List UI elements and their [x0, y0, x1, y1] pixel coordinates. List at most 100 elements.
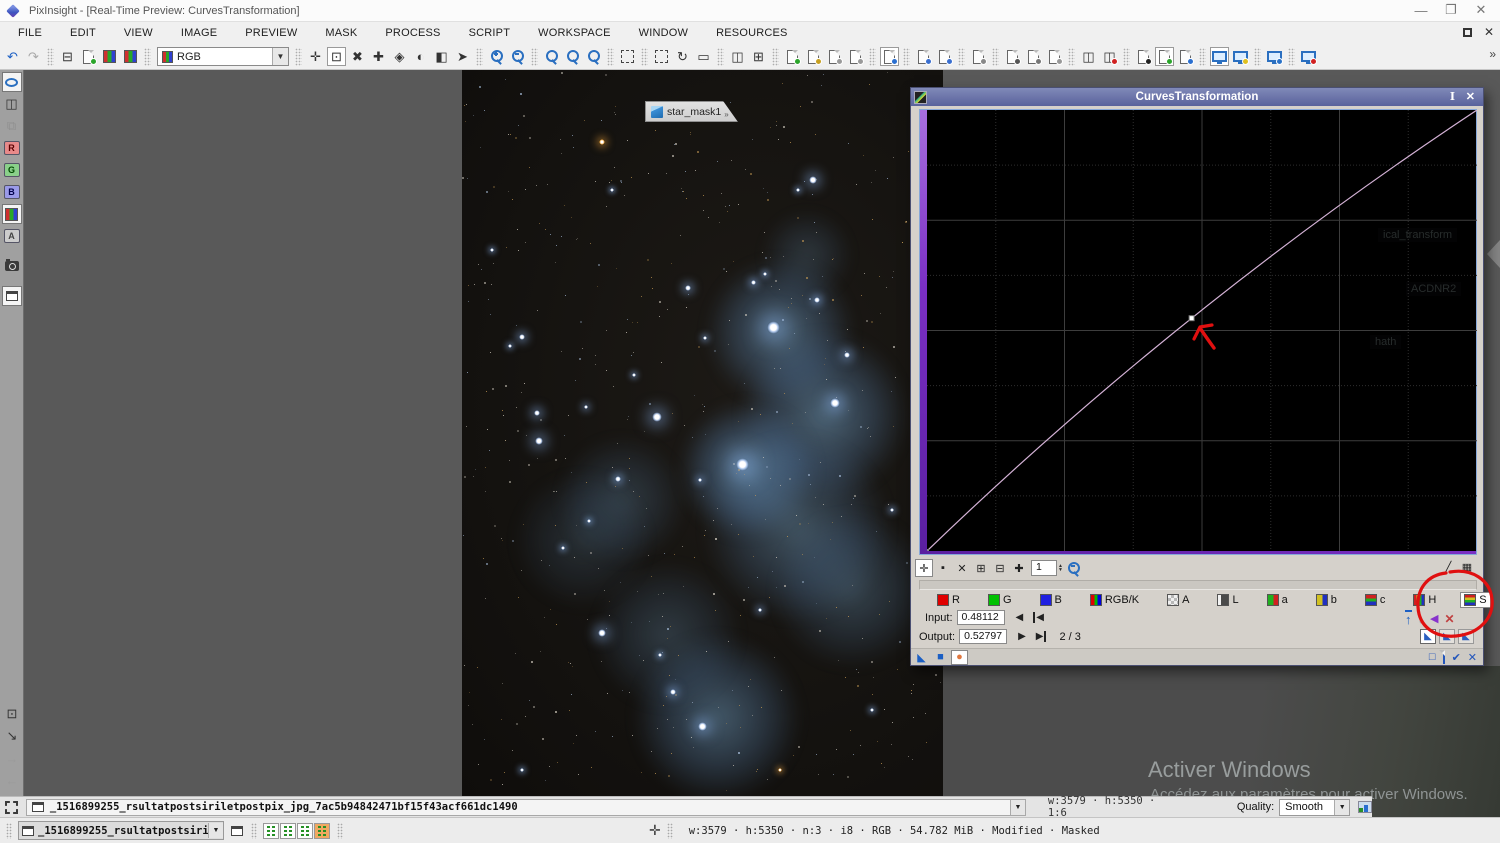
menu-view[interactable]: VIEW [110, 24, 167, 42]
curve-editor[interactable]: ical_transformACDNR2hath [919, 109, 1477, 555]
monitor-close-icon[interactable] [1299, 47, 1318, 66]
star-mask-tab[interactable]: star_mask1 » [645, 101, 738, 122]
channel-indicator-3[interactable] [297, 823, 313, 839]
channel-s-button[interactable]: S [1460, 592, 1490, 608]
duplicate-preview-icon[interactable]: ⧉ [2, 116, 22, 136]
stf-boost-icon[interactable] [121, 47, 140, 66]
zoom-in-mode-icon[interactable]: ⊞ [972, 559, 990, 577]
zoom-fit-icon[interactable]: ✖ [348, 47, 367, 66]
navigate-forward-icon[interactable]: → [2, 748, 22, 768]
show-grid-icon[interactable]: ▦ [1458, 558, 1476, 576]
toolbar-overflow-icon[interactable]: » [1489, 47, 1496, 61]
browse-process-icon[interactable] [880, 47, 899, 66]
process-a-icon[interactable] [825, 47, 844, 66]
fit-window-icon[interactable] [563, 47, 582, 66]
new-image-icon[interactable] [79, 47, 98, 66]
edit-preview-icon[interactable] [652, 47, 671, 66]
menu-script[interactable]: SCRIPT [455, 24, 525, 42]
plain-doc-icon[interactable] [1045, 47, 1064, 66]
pleiades-image-view[interactable] [462, 70, 943, 796]
blue-channel-button[interactable]: B [2, 182, 22, 202]
split-view-icon[interactable]: ◫ [2, 94, 22, 114]
channel-indicator-4[interactable] [314, 823, 330, 839]
crop-icon[interactable]: ▭ [694, 47, 713, 66]
quality-dropdown[interactable]: Smooth ▼ [1279, 799, 1350, 816]
next-point-icon[interactable]: ▶ [1018, 631, 1026, 642]
contrast-icon[interactable]: ◐ [411, 47, 430, 66]
menu-resources[interactable]: RESOURCES [702, 24, 801, 42]
monitor-24-icon[interactable] [1231, 47, 1250, 66]
channel-h-button[interactable]: H [1409, 592, 1440, 608]
shade-window-icon[interactable]: I [1450, 90, 1455, 103]
documentation-icon[interactable] [1443, 651, 1445, 664]
pending-doc-icon[interactable] [1024, 47, 1043, 66]
show-curve-icon[interactable]: ╱ [1439, 558, 1457, 576]
channel-a-button[interactable]: a [1263, 592, 1292, 608]
menu-window[interactable]: WINDOW [625, 24, 702, 42]
autohide-panel-arrow[interactable] [1487, 240, 1500, 268]
akima-interpolation-icon[interactable]: ◣ [1420, 629, 1436, 644]
maximize-window-icon[interactable]: ⊡ [2, 704, 22, 724]
stf-icon[interactable] [100, 47, 119, 66]
alpha-channel-button[interactable]: A [2, 226, 22, 246]
zoom-spinner[interactable]: 1 ▲▼ [1031, 560, 1063, 576]
pan-mode-icon[interactable]: ✛ [306, 47, 325, 66]
fit-view-icon[interactable]: ⊡ [327, 47, 346, 66]
select-point-mode-icon[interactable]: ▪ [934, 559, 952, 577]
delete-point-mode-icon[interactable]: ✕ [953, 559, 971, 577]
channel-b-button[interactable]: B [1036, 592, 1066, 608]
center-image-icon[interactable]: ✚ [369, 47, 388, 66]
menu-image[interactable]: IMAGE [167, 24, 231, 42]
view-dropdown-icon[interactable]: ▼ [1010, 800, 1025, 815]
channel-rgb-k-button[interactable]: RGB/K [1086, 592, 1143, 608]
realtime-preview-icon[interactable] [2, 72, 22, 92]
image-window-tab[interactable]: _1516899255_rsultatpostsirilet ▼ [18, 821, 224, 840]
channel-g-button[interactable]: G [984, 592, 1016, 608]
history-icon[interactable] [969, 47, 988, 66]
new-preview-mode-icon[interactable] [618, 47, 637, 66]
monitor-icon[interactable] [1210, 47, 1229, 66]
quality-dropdown-icon[interactable]: ▼ [1334, 800, 1349, 815]
explorer-panel-icon[interactable]: ◫ [1079, 47, 1098, 66]
rotate-icon[interactable]: ↻ [673, 47, 692, 66]
doc-check-icon[interactable] [1155, 47, 1174, 66]
screen-lut-icon[interactable]: ◧ [432, 47, 451, 66]
save-process-icon[interactable] [935, 47, 954, 66]
child-close-icon[interactable]: ✕ [1484, 25, 1494, 39]
dialog-title-bar[interactable]: CurvesTransformation I ✕ [911, 88, 1483, 106]
cubic-interpolation-icon[interactable]: ◣ [1439, 629, 1455, 644]
edit-process-icon[interactable] [804, 47, 823, 66]
channel-indicator-1[interactable] [263, 823, 279, 839]
zoom-value-field[interactable]: 1 [1031, 560, 1057, 576]
screen-transfer-icon[interactable]: ⊟ [58, 47, 77, 66]
render-stats-icon[interactable] [1358, 801, 1372, 813]
realtime-preview-icon[interactable]: ● [951, 650, 968, 665]
menu-preview[interactable]: PREVIEW [231, 24, 311, 42]
edit-point-mode-icon[interactable]: ✛ [915, 559, 933, 577]
pan-mode-icon[interactable]: ✚ [1010, 559, 1028, 577]
zoom-reset-icon[interactable] [1065, 559, 1083, 577]
fit-selection-icon[interactable] [584, 47, 603, 66]
last-point-icon[interactable]: ▶ [1036, 631, 1047, 642]
red-channel-button[interactable]: R [2, 138, 22, 158]
accept-icon[interactable]: ✔ [1452, 651, 1461, 664]
drag-handle[interactable] [251, 823, 257, 839]
monitor-transfer-icon[interactable] [1265, 47, 1284, 66]
panel-mode-icon[interactable] [2, 286, 22, 306]
rgb-dropdown-icon[interactable]: ▼ [272, 48, 288, 65]
reverse-curve-icon[interactable]: ◀ [1430, 612, 1438, 625]
browse-mode-icon[interactable]: □ [1429, 651, 1436, 664]
restore-curve-icon[interactable]: ↓ [1418, 611, 1425, 626]
drag-handle[interactable] [337, 823, 343, 839]
zoom-out-mode-icon[interactable]: ⊟ [991, 559, 1009, 577]
navigator-icon[interactable]: ◈ [390, 47, 409, 66]
rgb-workspace-selector[interactable]: RGB▼ [157, 47, 289, 66]
redo-icon[interactable]: ↷ [24, 47, 43, 66]
restore-button[interactable]: ❐ [1436, 0, 1466, 20]
close-button[interactable]: ✕ [1466, 0, 1496, 20]
reset-icon[interactable]: ✕ [1468, 651, 1477, 664]
first-point-icon[interactable]: ◀ [1033, 612, 1044, 623]
channel-c-button[interactable]: c [1361, 592, 1390, 608]
zoom-in-icon[interactable] [487, 47, 506, 66]
menu-edit[interactable]: EDIT [56, 24, 110, 42]
